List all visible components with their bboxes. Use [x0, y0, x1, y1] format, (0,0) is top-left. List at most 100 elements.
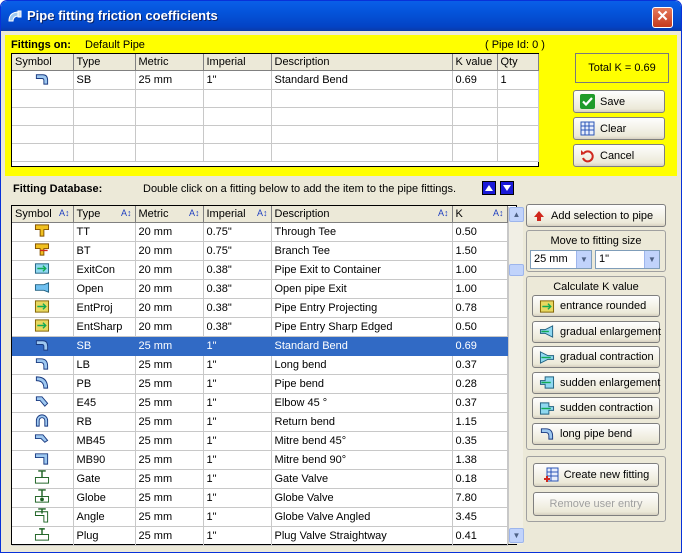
close-button[interactable]: ✕ — [652, 7, 673, 28]
table-row[interactable]: E45 25 mm 1" Elbow 45 ° 0.37 — [12, 393, 508, 413]
column-header-type[interactable]: Type A↕ — [73, 206, 136, 223]
cell-k-value: 1.00 — [452, 260, 508, 280]
cell-qty: 1 — [497, 70, 539, 90]
calc-sudden-enlargement-button[interactable]: sudden enlargement — [532, 371, 660, 394]
imperial-size-select[interactable]: 1" ▼ — [595, 250, 660, 269]
mitre-bend-90-icon — [35, 452, 49, 465]
column-header-label: Description — [274, 207, 330, 220]
database-hint: Double click on a fitting below to add t… — [143, 183, 457, 195]
fittings-table[interactable]: Symbol Type Metric Imperial Description K val… — [11, 53, 539, 167]
cell-k-value: 0.78 — [452, 298, 508, 318]
calc-gradual-contraction-button[interactable]: gradual contraction — [532, 346, 660, 368]
cell-imperial: 0.38" — [203, 279, 272, 299]
create-new-label: Create new fitting — [563, 469, 650, 481]
cell-k-value: 0.41 — [452, 526, 508, 546]
create-new-fitting-button[interactable]: Create new fitting — [533, 463, 659, 487]
column-header-description: Description — [271, 54, 453, 71]
sort-icon[interactable]: A↕ — [257, 208, 268, 218]
table-row[interactable] — [12, 125, 539, 144]
cell-metric — [135, 107, 204, 126]
clear-button[interactable]: Clear — [573, 117, 665, 140]
chevron-down-icon[interactable]: ▼ — [576, 251, 591, 268]
column-header-description[interactable]: Description A↕ — [271, 206, 453, 223]
cell-k-value: 0.18 — [452, 469, 508, 489]
chevron-down-icon[interactable]: ▼ — [644, 251, 659, 268]
move-size-label: Move to fitting size — [550, 235, 642, 247]
sort-icon[interactable]: A↕ — [59, 208, 70, 218]
table-row[interactable]: MB90 25 mm 1" Mitre bend 90° 1.38 — [12, 450, 508, 470]
table-row[interactable]: Globe 25 mm 1" Globe Valve 7.80 — [12, 488, 508, 508]
vertical-scrollbar[interactable]: ▲ ▼ — [508, 207, 524, 544]
table-row[interactable]: PB 25 mm 1" Pipe bend 0.28 — [12, 374, 508, 394]
add-selection-label: Add selection to pipe — [551, 209, 654, 222]
table-row[interactable]: RB 25 mm 1" Return bend 1.15 — [12, 412, 508, 432]
table-row[interactable]: Angle 25 mm 1" Globe Valve Angled 3.45 — [12, 507, 508, 527]
save-button[interactable]: Save — [573, 90, 665, 113]
cell-description: Standard Bend — [271, 70, 453, 90]
table-row[interactable]: BT 20 mm 0.75" Branch Tee 1.50 — [12, 241, 508, 261]
table-row[interactable]: ExitCon 20 mm 0.38" Pipe Exit to Container 1… — [12, 260, 508, 280]
remove-user-label: Remove user entry — [549, 498, 643, 510]
cell-imperial: 1" — [203, 336, 272, 356]
database-heading: Fitting Database: — [13, 183, 103, 195]
entry-projecting-icon — [35, 299, 50, 313]
calc-long-pipe-bend-button[interactable]: long pipe bend — [532, 422, 660, 445]
table-row[interactable]: LB 25 mm 1" Long bend 0.37 — [12, 355, 508, 375]
cell-description: Return bend — [271, 412, 453, 432]
cell-symbol — [12, 393, 74, 413]
open-exit-icon — [35, 281, 50, 293]
table-row[interactable]: EntSharp 20 mm 0.38" Pipe Entry Sharp Edged… — [12, 317, 508, 337]
cell-type: SB — [73, 336, 136, 356]
metric-size-select[interactable]: 25 mm ▼ — [530, 250, 592, 269]
table-row[interactable]: MB45 25 mm 1" Mitre bend 45° 0.35 — [12, 431, 508, 451]
sort-icon[interactable]: A↕ — [121, 208, 132, 218]
sort-icon[interactable]: A↕ — [189, 208, 200, 218]
cell-k-value — [452, 125, 498, 144]
remove-user-entry-button[interactable]: Remove user entry — [533, 492, 659, 516]
cell-symbol — [12, 355, 74, 375]
undo-icon — [581, 150, 594, 163]
cancel-button[interactable]: Cancel — [573, 144, 665, 167]
cell-metric: 25 mm — [135, 488, 204, 508]
scroll-up-button[interactable]: ▲ — [509, 207, 524, 222]
table-row[interactable]: SB 25 mm 1" Standard Bend 0.69 — [12, 336, 508, 356]
cell-type: MB45 — [73, 431, 136, 451]
column-header-metric[interactable]: Metric A↕ — [135, 206, 204, 223]
long-bend-icon — [540, 428, 554, 440]
table-row[interactable]: Plug 25 mm 1" Plug Valve Straightway 0.41 — [12, 526, 508, 546]
cell-metric: 20 mm — [135, 222, 204, 242]
column-header-k[interactable]: K A↕ — [452, 206, 508, 223]
sort-icon[interactable]: A↕ — [493, 208, 504, 218]
sort-icon[interactable]: A↕ — [438, 208, 449, 218]
table-row[interactable]: SB 25 mm 1" Standard Bend 0.69 1 — [12, 70, 539, 90]
table-row[interactable]: TT 20 mm 0.75" Through Tee 0.50 — [12, 222, 508, 242]
move-up-button[interactable] — [482, 181, 496, 195]
cell-k-value: 0.35 — [452, 431, 508, 451]
table-row[interactable] — [12, 143, 539, 162]
table-row[interactable] — [12, 89, 539, 108]
calc-entrance-rounded-button[interactable]: entrance rounded — [532, 295, 660, 317]
column-header-symbol[interactable]: Symbol A↕ — [12, 206, 74, 223]
column-header-label: Qty — [500, 55, 518, 68]
table-row[interactable]: EntProj 20 mm 0.38" Pipe Entry Projecting 0.… — [12, 298, 508, 318]
column-header-imperial[interactable]: Imperial A↕ — [203, 206, 272, 223]
cell-k-value: 0.69 — [452, 70, 498, 90]
fitting-database-table[interactable]: Symbol A↕ Type A↕ Metric A↕ Imperial A↕ Descript… — [11, 205, 524, 546]
fittings-heading: Fittings on: — [11, 39, 71, 51]
long-bend-icon — [36, 357, 49, 370]
table-row[interactable] — [12, 107, 539, 126]
cell-description: Through Tee — [271, 222, 453, 242]
globe-valve-icon — [35, 488, 50, 503]
calc-sudden-contraction-button[interactable]: sudden contraction — [532, 397, 660, 419]
move-down-button[interactable] — [500, 181, 514, 195]
scroll-thumb[interactable] — [509, 264, 524, 276]
cell-k-value: 1.38 — [452, 450, 508, 470]
title-bar[interactable]: Pipe fitting friction coefficients ✕ — [1, 1, 681, 31]
cell-metric: 25 mm — [135, 469, 204, 489]
cell-symbol — [12, 89, 74, 108]
calc-gradual-enlargement-button[interactable]: gradual enlargement — [532, 320, 661, 343]
add-selection-button[interactable]: Add selection to pipe — [526, 204, 666, 227]
table-row[interactable]: Gate 25 mm 1" Gate Valve 0.18 — [12, 469, 508, 489]
scroll-down-button[interactable]: ▼ — [509, 528, 524, 543]
table-row[interactable]: Open 20 mm 0.38" Open pipe Exit 1.00 — [12, 279, 508, 299]
